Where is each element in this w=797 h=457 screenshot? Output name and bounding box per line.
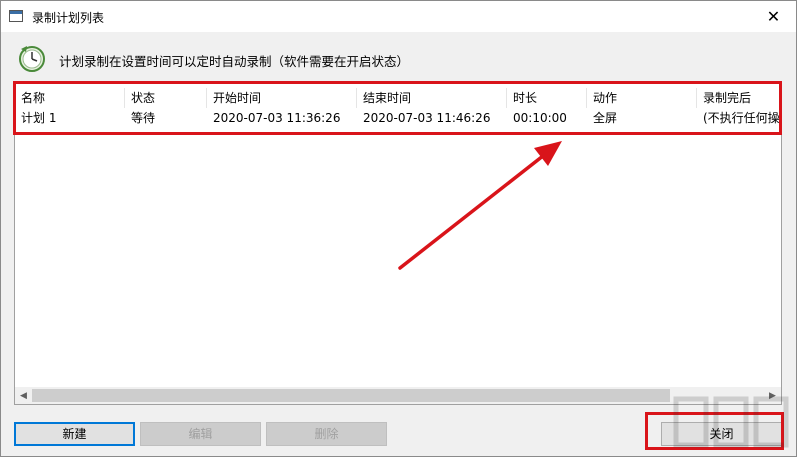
close-icon: ✕ (766, 7, 781, 26)
new-button[interactable]: 新建 (14, 422, 135, 446)
title-bar: 录制计划列表 ✕ (1, 1, 796, 32)
cell-status: 等待 (131, 111, 156, 125)
column-header-end-time[interactable]: 结束时间 (357, 88, 507, 108)
scroll-right-icon[interactable]: ▶ (764, 387, 781, 404)
scrollbar-thumb[interactable] (32, 389, 670, 402)
column-header-action[interactable]: 动作 (587, 88, 697, 108)
dialog-window: 录制计划列表 ✕ 计划录制在设置时间可以定时自动录制（软件需要在开启状态） 名称… (0, 0, 797, 457)
column-header-name[interactable]: 名称 (15, 88, 125, 108)
clock-icon (19, 46, 45, 72)
column-header-duration[interactable]: 时长 (507, 88, 587, 108)
edit-button: 编辑 (140, 422, 261, 446)
cell-duration: 00:10:00 (513, 111, 567, 125)
info-row: 计划录制在设置时间可以定时自动录制（软件需要在开启状态） (17, 43, 777, 75)
cell-after-record: (不执行任何操 (703, 111, 780, 125)
cell-name: 计划 1 (21, 111, 57, 125)
cell-start-time: 2020-07-03 11:36:26 (213, 111, 341, 125)
window-icon (9, 10, 23, 22)
table-row[interactable]: 计划 1 等待 2020-07-03 11:36:26 2020-07-03 1… (15, 108, 781, 128)
horizontal-scrollbar[interactable]: ◀ ▶ (15, 387, 781, 404)
close-window-button[interactable]: ✕ (751, 1, 796, 32)
schedule-list[interactable]: 名称 状态 开始时间 结束时间 时长 动作 录制完后 计划 1 等待 2020-… (14, 81, 782, 405)
cell-end-time: 2020-07-03 11:46:26 (363, 111, 491, 125)
delete-button: 删除 (266, 422, 387, 446)
close-button[interactable]: 关闭 (661, 422, 782, 446)
cell-action: 全屏 (593, 111, 618, 125)
column-header-after-record[interactable]: 录制完后 (697, 88, 781, 108)
window-title: 录制计划列表 (32, 11, 105, 25)
list-header: 名称 状态 开始时间 结束时间 时长 动作 录制完后 (15, 88, 781, 108)
column-header-start-time[interactable]: 开始时间 (207, 88, 357, 108)
scroll-left-icon[interactable]: ◀ (15, 387, 32, 404)
info-text: 计划录制在设置时间可以定时自动录制（软件需要在开启状态） (59, 54, 410, 69)
column-header-status[interactable]: 状态 (125, 88, 207, 108)
